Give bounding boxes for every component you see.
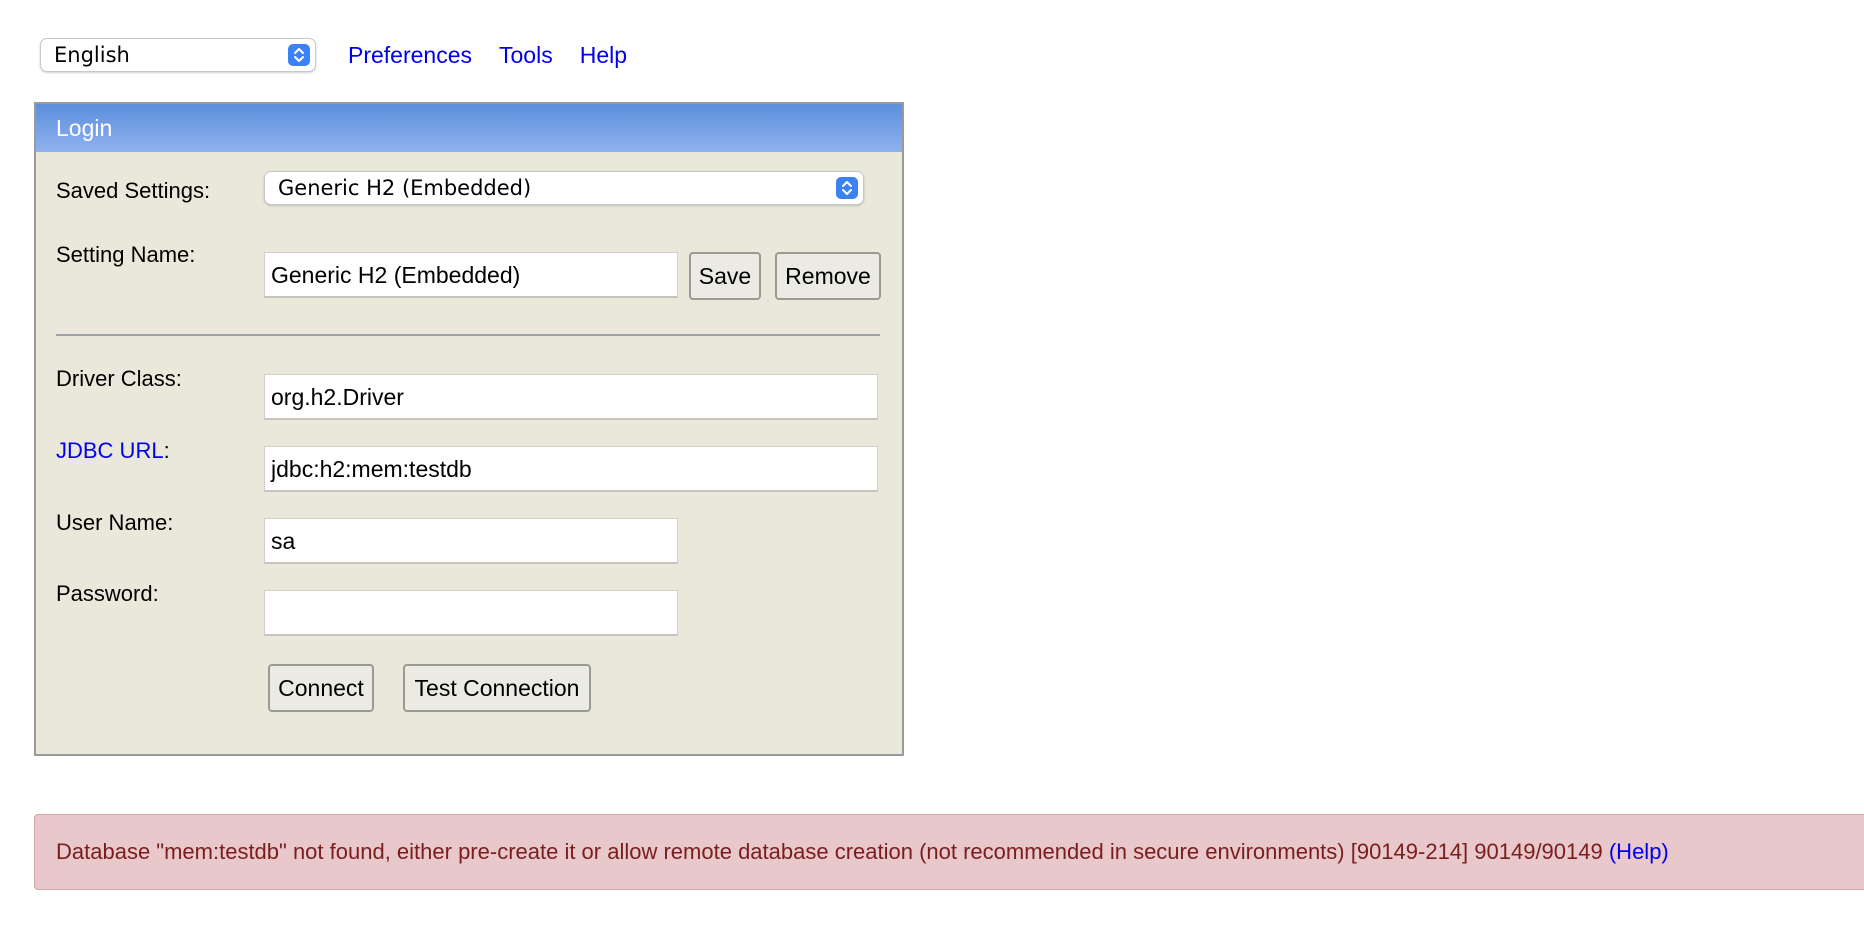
test-connection-button[interactable]: Test Connection [403, 664, 591, 712]
tools-link[interactable]: Tools [499, 42, 553, 69]
driver-class-input[interactable]: org.h2.Driver [264, 374, 878, 420]
error-help-link[interactable]: (Help) [1609, 839, 1669, 864]
help-link[interactable]: Help [580, 42, 627, 69]
error-text: Database "mem:testdb" not found, either … [56, 839, 1609, 864]
language-select-value: English [54, 43, 130, 67]
connect-button[interactable]: Connect [268, 664, 374, 712]
select-arrows-icon [288, 44, 310, 66]
error-message: Database "mem:testdb" not found, either … [34, 814, 1864, 890]
jdbc-url-link[interactable]: JDBC URL [56, 438, 164, 463]
save-button[interactable]: Save [689, 252, 761, 300]
jdbc-url-colon: : [163, 438, 170, 463]
jdbc-url-input[interactable]: jdbc:h2:mem:testdb [264, 446, 878, 492]
user-name-label: User Name: [56, 510, 174, 535]
password-input[interactable] [264, 590, 678, 636]
select-arrows-icon [836, 177, 858, 199]
driver-class-label: Driver Class: [56, 366, 182, 391]
remove-button[interactable]: Remove [775, 252, 881, 300]
user-name-input[interactable]: sa [264, 518, 678, 564]
divider [56, 334, 880, 336]
preferences-link[interactable]: Preferences [348, 42, 472, 69]
language-select[interactable]: English [40, 38, 316, 72]
setting-name-input[interactable]: Generic H2 (Embedded) [264, 252, 678, 298]
top-bar: English Preferences Tools Help [40, 38, 627, 72]
saved-settings-value: Generic H2 (Embedded) [278, 176, 532, 200]
saved-settings-select[interactable]: Generic H2 (Embedded) [264, 171, 864, 205]
login-header: Login [36, 104, 902, 152]
saved-settings-label: Saved Settings: [56, 178, 211, 203]
password-label: Password: [56, 581, 159, 606]
jdbc-url-label: JDBC URL: [56, 438, 170, 464]
setting-name-label: Setting Name: [56, 242, 196, 267]
login-panel: Login Saved Settings: Generic H2 (Embedd… [34, 102, 904, 756]
